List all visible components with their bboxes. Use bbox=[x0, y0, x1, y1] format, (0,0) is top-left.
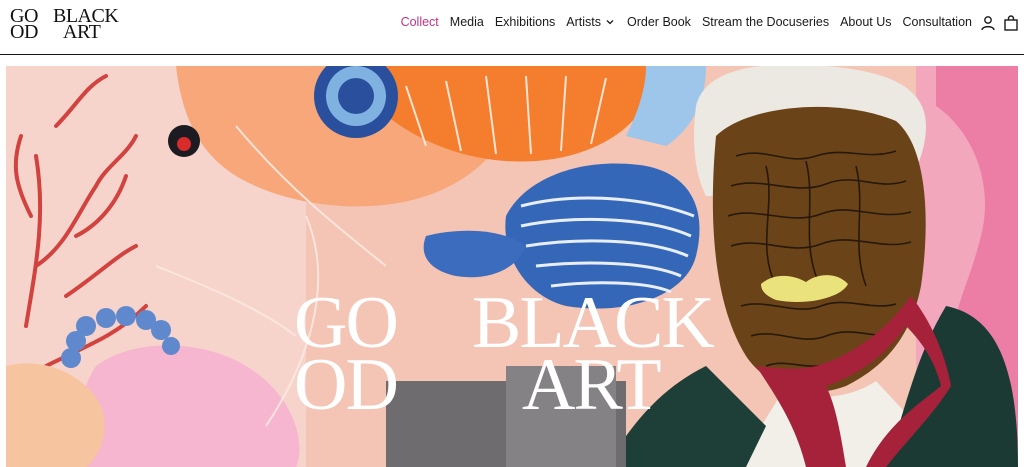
hero-banner: GO OD BLACK ART bbox=[6, 66, 1018, 467]
nav-item-order-book[interactable]: Order Book bbox=[627, 15, 691, 29]
nav-item-exhibitions[interactable]: Exhibitions bbox=[495, 15, 555, 29]
logo-column-2: BLACK ART bbox=[53, 6, 119, 42]
account-icon[interactable] bbox=[980, 15, 996, 31]
chevron-down-icon bbox=[606, 20, 614, 25]
nav-item-about-us[interactable]: About Us bbox=[840, 15, 891, 29]
nav-item-consultation[interactable]: Consultation bbox=[903, 15, 973, 29]
nav-item-collect[interactable]: Collect bbox=[401, 15, 439, 29]
site-header: GO OD BLACK ART Collect Media Exhibition… bbox=[0, 0, 1024, 55]
hero-logo-column-2: BLACK ART bbox=[472, 286, 715, 422]
nav-item-media[interactable]: Media bbox=[450, 15, 484, 29]
hero-logo-text: OD bbox=[294, 344, 399, 426]
nav-item-stream-docuseries[interactable]: Stream the Docuseries bbox=[702, 15, 829, 29]
hero-logo-column-1: GO OD bbox=[294, 286, 399, 426]
nav-item-artists[interactable]: Artists bbox=[566, 15, 616, 29]
main-nav: Collect Media Exhibitions Artists Order … bbox=[390, 15, 972, 29]
shopping-bag-icon[interactable] bbox=[1003, 15, 1019, 31]
nav-item-label: Artists bbox=[566, 15, 602, 29]
